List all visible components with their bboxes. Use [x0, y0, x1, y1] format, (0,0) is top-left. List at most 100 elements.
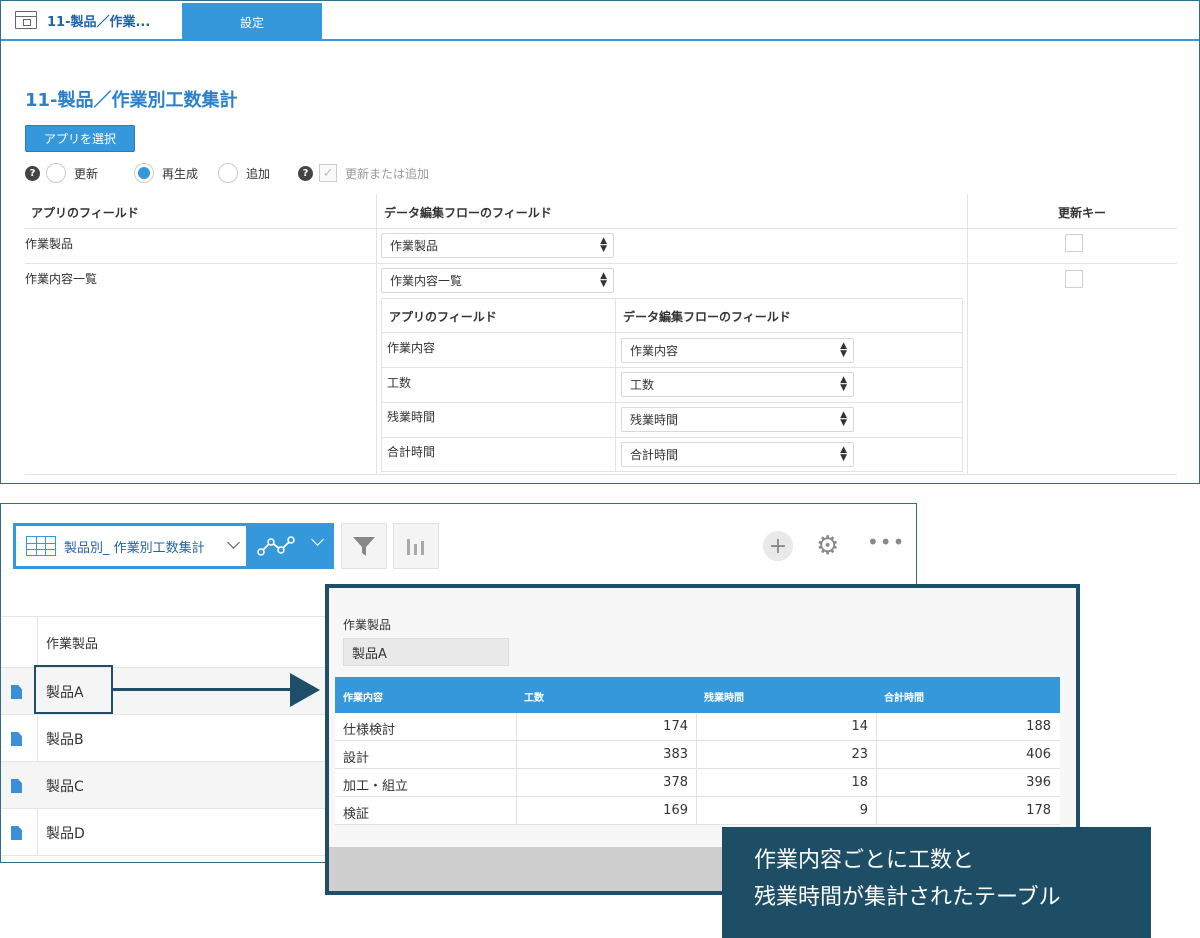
select-app-button[interactable]: アプリを選択 [25, 125, 135, 152]
sub-row-app-field: 合計時間 [387, 445, 436, 459]
table-cell: 14 [851, 719, 868, 734]
graph-view-button[interactable] [249, 523, 334, 569]
filter-icon [353, 537, 375, 556]
chevron-down-icon [227, 536, 240, 549]
help-icon[interactable]: ? [25, 165, 40, 181]
graph-button[interactable] [393, 523, 439, 569]
radio-regenerate[interactable] [134, 163, 155, 183]
header-flow-field: データ編集フローのフィールド [384, 206, 552, 220]
radio-add[interactable] [218, 163, 239, 183]
select-arrows-icon: ▲ ▼ [840, 445, 847, 463]
table-cell: 174 [663, 719, 688, 734]
update-key-checkbox[interactable] [1065, 270, 1083, 288]
table-cell: 23 [851, 747, 868, 762]
tab-bar: 11-製品／作業... 設定 [1, 1, 1199, 41]
add-record-button[interactable]: + [763, 531, 793, 561]
sub-flow-field-select-value: 残業時間 [630, 413, 679, 427]
update-or-add-label: 更新または追加 [345, 166, 430, 181]
sub-header-flow-field: データ編集フローのフィールド [623, 310, 791, 324]
radio-update-label: 更新 [74, 166, 99, 181]
divider [381, 437, 963, 438]
document-icon[interactable] [11, 732, 22, 746]
table-view-icon [26, 536, 56, 556]
table-cell: 406 [1026, 747, 1051, 762]
header-app-field: アプリのフィールド [31, 206, 139, 220]
record-list-header: 作業製品 [1, 616, 341, 668]
sub-flow-field-select[interactable]: 合計時間 ▲ ▼ [621, 442, 854, 467]
sub-row-app-field: 工数 [387, 376, 412, 390]
more-icon[interactable]: ••• [867, 530, 905, 554]
radio-update[interactable] [46, 163, 66, 183]
page-title: 11-製品／作業別工数集計 [25, 90, 238, 111]
sub-flow-field-select[interactable]: 作業内容 ▲ ▼ [621, 338, 854, 363]
divider [381, 332, 963, 333]
document-icon[interactable] [11, 826, 22, 840]
flow-field-select[interactable]: 作業内容一覧 ▲ ▼ [381, 268, 614, 293]
table-cell: 仕様検討 [343, 723, 396, 738]
divider [967, 194, 968, 475]
document-icon[interactable] [11, 779, 22, 793]
tab-app[interactable]: 11-製品／作業... [1, 1, 181, 39]
table-cell: 169 [663, 803, 688, 818]
view-select[interactable]: 製品別_ 作業別工数集計 [13, 523, 249, 569]
table-cell: 9 [859, 803, 868, 818]
row-app-field: 作業内容一覧 [25, 272, 98, 286]
chevron-down-icon [311, 533, 324, 546]
graph-icon [257, 536, 295, 556]
flow-field-select[interactable]: 作業製品 ▲ ▼ [381, 233, 614, 258]
subtable-header-cell: 合計時間 [884, 693, 924, 704]
tab-settings[interactable]: 設定 [182, 3, 322, 41]
document-icon[interactable] [11, 685, 22, 699]
sub-row-app-field: 残業時間 [387, 410, 436, 424]
divider [25, 263, 1177, 264]
callout-line-1: 作業内容ごとに工数と [754, 848, 975, 873]
sub-flow-field-select-value: 工数 [630, 378, 655, 392]
table-cell: 設計 [343, 751, 370, 766]
list-item[interactable]: 製品B [1, 715, 341, 762]
table-cell: 178 [1026, 803, 1051, 818]
bar-chart-icon [407, 539, 424, 555]
tab-app-label: 11-製品／作業... [47, 14, 151, 30]
flow-field-select-value: 作業内容一覧 [390, 274, 463, 288]
sub-flow-field-select-value: 作業内容 [630, 344, 679, 358]
list-item-label: 製品B [46, 732, 84, 748]
row-app-field: 作業製品 [25, 237, 74, 251]
table-cell: 18 [851, 775, 868, 790]
app-icon [15, 11, 37, 29]
help-icon-2[interactable]: ? [298, 165, 314, 181]
radio-regenerate-label: 再生成 [162, 166, 199, 181]
table-cell: 188 [1026, 719, 1051, 734]
divider [25, 228, 1177, 229]
view-select-label: 製品別_ 作業別工数集計 [64, 540, 205, 556]
plus-icon: + [768, 533, 788, 559]
record-list-header-label: 作業製品 [46, 637, 99, 652]
update-key-checkbox[interactable] [1065, 234, 1083, 252]
list-item[interactable]: 製品D [1, 809, 341, 856]
select-arrows-icon: ▲ ▼ [840, 410, 847, 428]
table-cell: 396 [1026, 775, 1051, 790]
select-arrows-icon: ▲ ▼ [600, 271, 607, 289]
list-item[interactable]: 製品C [1, 762, 341, 809]
divider [381, 367, 963, 368]
gear-icon[interactable]: ⚙ [816, 532, 839, 560]
detail-field-value: 製品A [343, 638, 509, 666]
sub-row-app-field: 作業内容 [387, 341, 436, 355]
select-arrows-icon: ▲ ▼ [840, 375, 847, 393]
annotation-callout: 作業内容ごとに工数と 残業時間が集計されたテーブル [722, 827, 1151, 938]
table-cell: 383 [663, 747, 688, 762]
sub-flow-field-select[interactable]: 残業時間 ▲ ▼ [621, 407, 854, 432]
update-or-add-checkbox: ✓ [319, 164, 338, 182]
select-arrows-icon: ▲ ▼ [840, 341, 847, 359]
subtable-header [335, 677, 1060, 713]
selected-cell-highlight [34, 665, 113, 714]
table-cell: 378 [663, 775, 688, 790]
subtable-header-cell: 作業内容 [343, 693, 383, 704]
sub-flow-field-select[interactable]: 工数 ▲ ▼ [621, 372, 854, 397]
list-item-label: 製品D [46, 826, 85, 842]
arrow-right-icon [290, 673, 320, 707]
sub-header-app-field: アプリのフィールド [389, 310, 497, 324]
callout-line-2: 残業時間が集計されたテーブル [754, 885, 1061, 910]
detail-field-label: 作業製品 [343, 618, 392, 632]
filter-button[interactable] [341, 523, 387, 569]
mode-options: ? 更新 再生成 追加 ? ✓ 更新または追加 [25, 161, 429, 185]
